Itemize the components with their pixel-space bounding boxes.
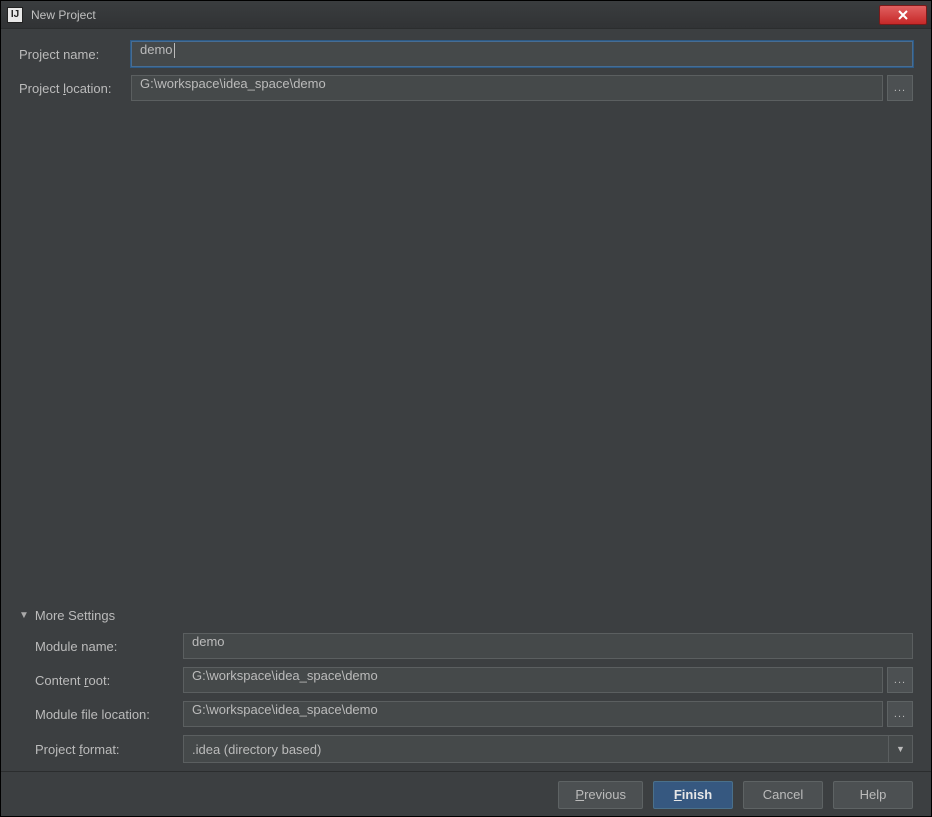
module-file-location-input[interactable]: G:\workspace\idea_space\demo bbox=[183, 701, 883, 727]
content-root-label: Content root: bbox=[35, 673, 183, 688]
project-name-label: Project name: bbox=[19, 47, 131, 62]
project-location-input[interactable]: G:\workspace\idea_space\demo bbox=[131, 75, 883, 101]
project-format-label: Project format: bbox=[35, 742, 183, 757]
ellipsis-icon: ... bbox=[894, 82, 906, 94]
titlebar: IJ New Project bbox=[1, 1, 931, 29]
more-settings-label: More Settings bbox=[35, 608, 115, 623]
module-file-location-row: Module file location: G:\workspace\idea_… bbox=[35, 701, 913, 727]
module-file-location-label: Module file location: bbox=[35, 707, 183, 722]
content-root-input[interactable]: G:\workspace\idea_space\demo bbox=[183, 667, 883, 693]
project-name-row: Project name: demo bbox=[19, 41, 913, 67]
finish-button[interactable]: Finish bbox=[653, 781, 733, 809]
help-button[interactable]: Help bbox=[833, 781, 913, 809]
more-settings-panel: Module name: demo Content root: G:\works… bbox=[19, 633, 913, 771]
more-settings-toggle[interactable]: ▼ More Settings bbox=[19, 608, 913, 623]
project-format-value: .idea (directory based) bbox=[192, 742, 321, 757]
ellipsis-icon: ... bbox=[894, 708, 906, 720]
project-location-browse-button[interactable]: ... bbox=[887, 75, 913, 101]
previous-button[interactable]: Previous bbox=[558, 781, 643, 809]
cancel-button[interactable]: Cancel bbox=[743, 781, 823, 809]
button-bar: Previous Finish Cancel Help bbox=[1, 771, 931, 817]
content-root-row: Content root: G:\workspace\idea_space\de… bbox=[35, 667, 913, 693]
chevron-down-icon: ▼ bbox=[888, 736, 912, 762]
chevron-down-icon: ▼ bbox=[19, 610, 29, 621]
content-root-browse-button[interactable]: ... bbox=[887, 667, 913, 693]
ellipsis-icon: ... bbox=[894, 674, 906, 686]
close-button[interactable] bbox=[879, 5, 927, 25]
app-icon: IJ bbox=[7, 7, 23, 23]
close-icon bbox=[897, 10, 909, 20]
project-format-row: Project format: .idea (directory based) … bbox=[35, 735, 913, 763]
project-format-combobox[interactable]: .idea (directory based) ▼ bbox=[183, 735, 913, 763]
module-name-row: Module name: demo bbox=[35, 633, 913, 659]
project-location-label: Project location: bbox=[19, 81, 131, 96]
project-location-row: Project location: G:\workspace\idea_spac… bbox=[19, 75, 913, 101]
content-area: Project name: demo Project location: G:\… bbox=[1, 29, 931, 771]
project-name-input[interactable]: demo bbox=[131, 41, 913, 67]
module-name-input[interactable]: demo bbox=[183, 633, 913, 659]
module-file-location-browse-button[interactable]: ... bbox=[887, 701, 913, 727]
text-caret bbox=[174, 43, 175, 58]
window-title: New Project bbox=[31, 8, 96, 22]
module-name-label: Module name: bbox=[35, 639, 183, 654]
